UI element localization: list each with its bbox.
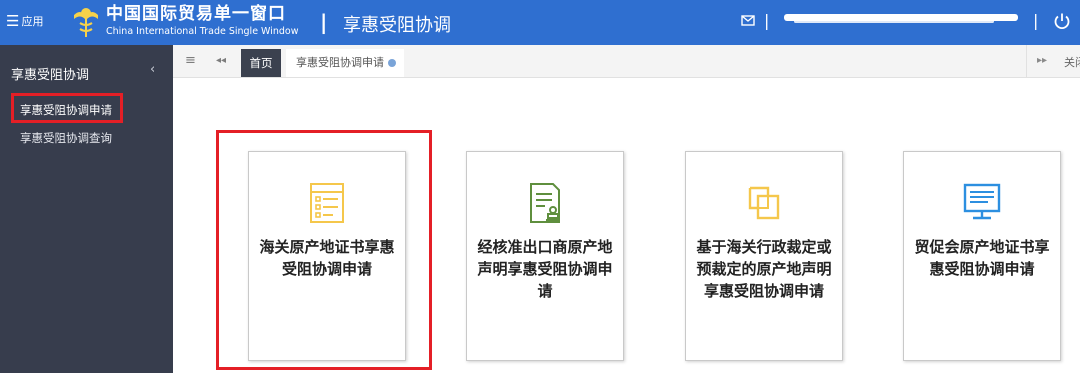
mail-icon[interactable]: [741, 13, 755, 27]
header-divider: |: [320, 10, 328, 34]
card-label: 海关原产地证书享惠受阻协调申请: [259, 238, 395, 278]
redacted-user-info: [784, 14, 1018, 23]
copy-documents-icon: [748, 186, 780, 220]
tab-current-label: 享惠受阻协调申请: [296, 56, 384, 69]
card-customs-ruling[interactable]: 基于海关行政裁定或预裁定的原产地声明享惠受阻协调申请: [685, 151, 843, 361]
document-stamp-icon: [530, 183, 560, 223]
tab-back-icon[interactable]: ◂◂: [216, 55, 226, 66]
card-customs-certificate[interactable]: 海关原产地证书享惠受阻协调申请: [248, 151, 406, 361]
tab-close-icon[interactable]: [388, 59, 396, 67]
tab-close-all-button[interactable]: 关闭: [1064, 54, 1080, 70]
brand-title-cn: 中国国际贸易单一窗口: [106, 4, 286, 24]
sidebar-item-apply[interactable]: 享惠受阻协调申请: [20, 102, 112, 118]
card-approved-exporter[interactable]: 经核准出口商原产地声明享惠受阻协调申请: [466, 151, 624, 361]
tab-current[interactable]: 享惠受阻协调申请: [286, 49, 404, 77]
top-bar: ☰ 应用 中国国际贸易单一窗口 China International Trad…: [0, 0, 1080, 45]
card-label: 基于海关行政裁定或预裁定的原产地声明享惠受阻协调申请: [696, 238, 832, 300]
certificate-list-icon: [310, 183, 344, 223]
hamburger-icon: ☰: [6, 11, 20, 30]
sidebar-collapse-icon[interactable]: ‹: [150, 62, 155, 77]
page-title: 享惠受阻协调: [343, 15, 451, 36]
tab-menu-icon[interactable]: ≡: [185, 53, 196, 68]
header-separator-2: |: [1033, 11, 1039, 30]
sidebar-title[interactable]: 享惠受阻协调: [11, 64, 89, 83]
tab-controls-right: ▸▸ 关闭: [1026, 45, 1080, 77]
tab-forward-icon[interactable]: ▸▸: [1037, 55, 1047, 66]
customs-emblem-icon: [74, 8, 98, 37]
sidebar: 享惠受阻协调 ‹ 享惠受阻协调申请 享惠受阻协调查询: [0, 45, 173, 373]
brand-title-en: China International Trade Single Window: [106, 26, 299, 37]
power-icon[interactable]: [1053, 12, 1071, 30]
sidebar-item-query[interactable]: 享惠受阻协调查询: [20, 130, 112, 146]
tab-bar: ≡ ◂◂ 首页 享惠受阻协调申请 ▸▸ 关闭: [173, 45, 1080, 78]
card-label: 贸促会原产地证书享惠受阻协调申请: [914, 238, 1050, 278]
card-label: 经核准出口商原产地声明享惠受阻协调申请: [477, 238, 613, 300]
brand: 中国国际贸易单一窗口 China International Trade Sin…: [106, 6, 299, 37]
app-menu-button[interactable]: ☰ 应用: [6, 13, 43, 29]
monitor-icon: [963, 183, 1001, 220]
tab-home[interactable]: 首页: [241, 49, 281, 77]
app-menu-label: 应用: [21, 15, 44, 28]
header-separator-1: |: [764, 11, 770, 30]
card-ccpit-certificate[interactable]: 贸促会原产地证书享惠受阻协调申请: [903, 151, 1061, 361]
